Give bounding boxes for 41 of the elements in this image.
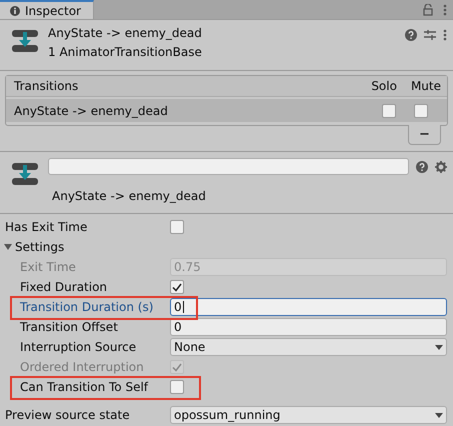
inspector-tab[interactable]: Inspector xyxy=(0,0,94,19)
settings-icon[interactable] xyxy=(435,160,447,172)
dropdown[interactable]: opossum_running xyxy=(170,406,447,424)
dropdown[interactable]: None xyxy=(170,338,447,356)
number-field[interactable]: 0 xyxy=(170,318,447,336)
more-icon[interactable] xyxy=(443,29,447,41)
column-header: Transitions xyxy=(14,79,80,93)
field-label: Fixed Duration xyxy=(20,280,108,294)
column-header: Mute xyxy=(410,79,441,93)
field-label: Can Transition To Self xyxy=(20,380,148,394)
presets-icon[interactable] xyxy=(424,29,436,41)
remove-button[interactable]: − xyxy=(408,125,441,145)
foldout-arrow-icon xyxy=(4,244,12,250)
mute-checkbox[interactable] xyxy=(414,104,428,118)
checkbox[interactable] xyxy=(170,280,184,294)
field-label: Transition Duration (s) xyxy=(20,300,154,314)
field-label: Transition Offset xyxy=(20,320,118,334)
object-title: AnyState -> enemy_dead xyxy=(48,25,203,42)
field-label: Interruption Source xyxy=(20,340,136,354)
transition-icon xyxy=(12,29,38,53)
object-subtitle: 1 AnimatorTransitionBase xyxy=(48,44,203,61)
field-label: Preview source state xyxy=(5,408,130,422)
field-label: Has Exit Time xyxy=(5,220,88,234)
help-icon[interactable] xyxy=(405,29,417,41)
number-field: 0.75 xyxy=(170,258,447,276)
info-icon xyxy=(10,6,20,16)
checkbox[interactable] xyxy=(170,380,184,394)
more-icon[interactable] xyxy=(443,4,447,16)
number-field[interactable]: 0 xyxy=(170,298,447,316)
name-field[interactable] xyxy=(48,158,409,175)
help-icon[interactable] xyxy=(416,160,428,172)
field-label: Exit Time xyxy=(20,260,76,274)
transition-icon xyxy=(12,162,38,186)
settings-foldout[interactable]: Settings xyxy=(0,240,64,254)
transition-label: AnyState -> enemy_dead xyxy=(51,189,207,203)
transition-row[interactable]: AnyState -> enemy_dead xyxy=(6,99,447,122)
field-label: Ordered Interruption xyxy=(20,360,144,374)
solo-checkbox[interactable] xyxy=(382,104,396,118)
lock-icon[interactable] xyxy=(423,4,433,16)
column-header: Solo xyxy=(371,79,397,93)
checkbox[interactable] xyxy=(170,220,184,234)
